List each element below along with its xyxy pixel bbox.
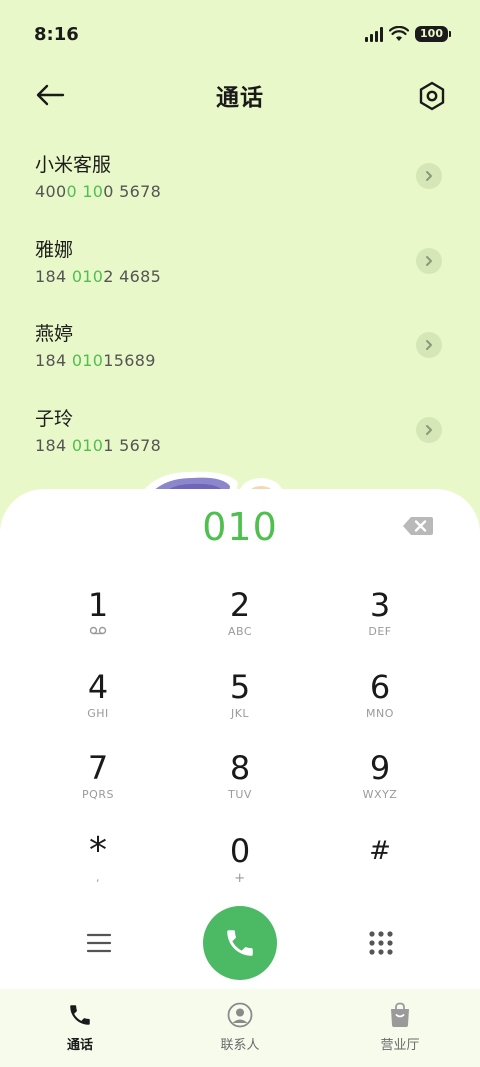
- delete-button[interactable]: [402, 515, 434, 537]
- chevron-right-icon: [426, 255, 432, 266]
- contact-number: 4000 100 5678: [35, 182, 162, 201]
- contact-name: 小米客服: [35, 154, 112, 176]
- arrow-left-icon: [36, 84, 65, 106]
- nav-tab-calls[interactable]: 通话: [0, 989, 160, 1067]
- result-row[interactable]: 小米客服 4000 100 5678: [0, 136, 480, 221]
- contact-name: 子玲: [35, 407, 74, 430]
- page-title: 通话: [216, 85, 264, 111]
- menu-icon: [86, 933, 112, 953]
- key-1[interactable]: 1: [48, 587, 148, 657]
- dialer-actions: [0, 904, 480, 984]
- chevron-right-icon: [426, 424, 432, 435]
- key-6[interactable]: 6 MNO: [330, 669, 430, 739]
- nav-label: 通话: [66, 1038, 93, 1053]
- chevron-right-icon: [426, 171, 432, 181]
- chevron-right-icon: [426, 340, 432, 350]
- detail-button[interactable]: [416, 416, 442, 443]
- contact-name: 燕婷: [35, 323, 74, 345]
- dialpad-icon: [369, 931, 393, 955]
- key-8[interactable]: 8 TUV: [190, 750, 290, 820]
- battery-icon: 100: [415, 26, 451, 42]
- contact-number: 184 0101 5678: [35, 435, 162, 455]
- backspace-icon: [403, 517, 433, 535]
- key-star[interactable]: * ,: [48, 833, 148, 903]
- nav-tab-store[interactable]: 营业厅: [320, 989, 480, 1067]
- call-button[interactable]: [203, 906, 277, 980]
- bag-icon: [391, 1002, 409, 1027]
- search-results: 小米客服 4000 100 5678 雅娜 184 0102 4685 燕婷 1…: [0, 136, 480, 474]
- key-3[interactable]: 3 DEF: [330, 587, 430, 657]
- key-2[interactable]: 2 ABC: [190, 587, 290, 657]
- contact-number: 184 0102 4685: [35, 266, 162, 286]
- bottom-nav: 通话 联系人 营业厅: [0, 989, 480, 1067]
- person-icon: [227, 1002, 253, 1028]
- key-7[interactable]: 7 PQRS: [48, 750, 148, 820]
- detail-button[interactable]: [416, 163, 442, 189]
- wifi-icon: [389, 26, 410, 41]
- key-4[interactable]: 4 GHI: [48, 669, 148, 739]
- hexagon-settings-icon: [419, 81, 445, 111]
- status-bar: 8:16 100: [0, 0, 480, 68]
- phone-icon: [227, 930, 253, 956]
- contact-number: 184 01015689: [35, 351, 156, 370]
- key-hash[interactable]: #: [330, 833, 430, 903]
- detail-button[interactable]: [416, 332, 442, 358]
- key-5[interactable]: 5 JKL: [190, 669, 290, 739]
- signal-icon: [365, 26, 384, 42]
- nav-tab-contacts[interactable]: 联系人: [160, 989, 320, 1067]
- back-button[interactable]: [30, 78, 70, 112]
- key-9[interactable]: 9 WXYZ: [330, 750, 430, 820]
- result-row[interactable]: 燕婷 184 01015689: [0, 305, 480, 390]
- nav-label: 联系人: [220, 1038, 260, 1053]
- menu-button[interactable]: [82, 926, 116, 960]
- nav-label: 营业厅: [380, 1038, 420, 1053]
- result-row[interactable]: 子玲 184 0101 5678: [0, 390, 480, 475]
- keypad-toggle-button[interactable]: [364, 926, 398, 960]
- result-row[interactable]: 雅娜 184 0102 4685: [0, 221, 480, 306]
- header: 通话: [0, 68, 480, 122]
- phone-icon: [70, 1005, 90, 1025]
- contact-name: 雅娜: [35, 238, 74, 261]
- settings-button[interactable]: [414, 78, 450, 114]
- dialer-panel: 010 1 2 ABC 3 DEF 4 GHI 5 JKL 6 MNO 7 PQ…: [0, 489, 480, 989]
- voicemail-icon: [89, 626, 107, 635]
- status-icons: 100: [365, 26, 451, 42]
- status-time: 8:16: [34, 23, 79, 45]
- detail-button[interactable]: [416, 247, 442, 274]
- key-0[interactable]: 0 +: [190, 833, 290, 903]
